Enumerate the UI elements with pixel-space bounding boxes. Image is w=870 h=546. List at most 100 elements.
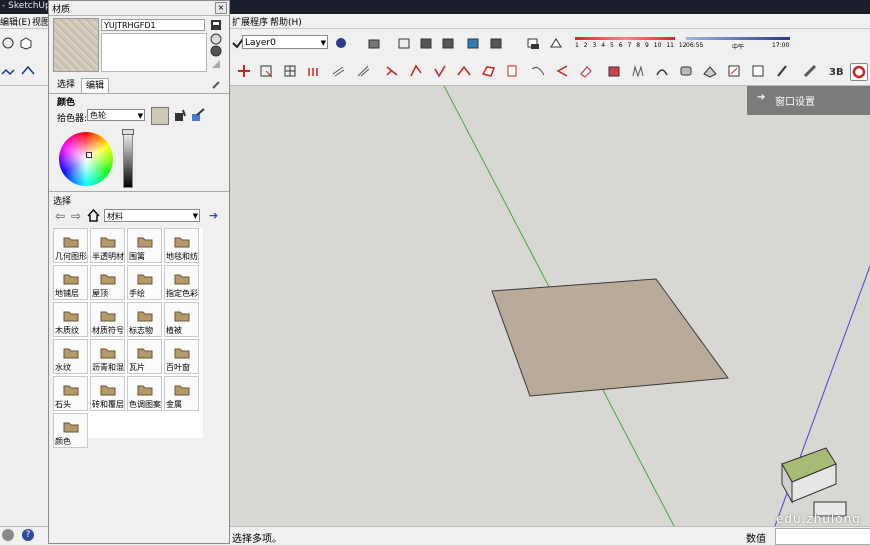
- tab-edit[interactable]: 编辑: [81, 78, 110, 93]
- extrude-tool-button[interactable]: [504, 63, 520, 79]
- orbit-tool-button[interactable]: [0, 35, 16, 51]
- color-wheel-marker[interactable]: [86, 152, 92, 158]
- color-wheel[interactable]: [59, 132, 113, 186]
- plane-tool-button[interactable]: [480, 63, 496, 79]
- material-category-item[interactable]: 颜色: [53, 413, 88, 448]
- brightness-handle[interactable]: [122, 129, 134, 135]
- arc-tool-button[interactable]: [20, 63, 36, 79]
- material-category-item[interactable]: 围篱: [127, 228, 162, 263]
- 3b-tool-button[interactable]: 3B: [828, 63, 844, 79]
- color-picker-select[interactable]: 色轮 ▼: [87, 109, 145, 121]
- move-tool-button[interactable]: [236, 63, 252, 79]
- eyedropper-icon[interactable]: [211, 78, 223, 90]
- tab-select[interactable]: 选择: [53, 78, 79, 92]
- material-category-item[interactable]: 金属: [164, 376, 199, 411]
- display-secondary-icon[interactable]: [210, 19, 222, 31]
- material-category-item[interactable]: 屋顶: [90, 265, 125, 300]
- rectangle-face[interactable]: [491, 278, 729, 397]
- rail-tool-button[interactable]: [330, 63, 346, 79]
- pencil-tool-button[interactable]: [0, 63, 16, 79]
- solid-icon: [680, 66, 692, 76]
- measurements-field[interactable]: [775, 528, 870, 545]
- active-tool-button[interactable]: [850, 63, 868, 81]
- material-category-item[interactable]: 植被: [164, 302, 199, 337]
- window-settings-button[interactable]: ➔ 窗口设置: [747, 86, 870, 115]
- menu-help[interactable]: 帮助(H): [270, 15, 302, 28]
- folder-icon: [137, 274, 153, 285]
- forward-arrow-icon[interactable]: ⇨: [71, 209, 81, 223]
- offset-tool-button[interactable]: [408, 63, 424, 79]
- uv-tool-button[interactable]: [750, 63, 766, 79]
- solid-tool-button[interactable]: [678, 63, 694, 79]
- home-icon[interactable]: [87, 208, 100, 222]
- material-category-item[interactable]: 瓦片: [127, 339, 162, 374]
- box-tool-button[interactable]: [18, 35, 34, 51]
- back-arrow-icon[interactable]: ⇦: [55, 209, 65, 223]
- help-icon[interactable]: ?: [22, 529, 34, 541]
- view-back-button[interactable]: [465, 35, 481, 51]
- fillet-tool-button[interactable]: [630, 63, 646, 79]
- menu-extensions[interactable]: 扩展程序: [232, 15, 268, 28]
- stairs-tool-button[interactable]: [306, 63, 322, 79]
- layer-manager-button[interactable]: [333, 35, 349, 51]
- folder-icon: [63, 237, 79, 248]
- user-icon[interactable]: [2, 529, 14, 541]
- material-category-item[interactable]: 木质纹: [53, 302, 88, 337]
- material-description-field[interactable]: [101, 33, 207, 72]
- texture-tool-button[interactable]: [702, 63, 718, 79]
- shadow-month-slider[interactable]: 1 2 3 4 5 6 7 8 9 10 11 12: [575, 33, 687, 53]
- paint-bucket-icon[interactable]: [173, 108, 187, 122]
- material-category-label: 手绘: [129, 289, 145, 298]
- sample-paint-icon[interactable]: [191, 108, 205, 122]
- material-category-item[interactable]: 指定色彩: [164, 265, 199, 300]
- material-category-item[interactable]: 地铺层: [53, 265, 88, 300]
- material-category-item[interactable]: 半透明材: [90, 228, 125, 263]
- details-arrow-icon[interactable]: ➔: [209, 209, 218, 222]
- brightness-slider[interactable]: [122, 129, 134, 188]
- view-iso-button[interactable]: [366, 35, 382, 51]
- material-category-item[interactable]: 石头: [53, 376, 88, 411]
- create-material-icon[interactable]: [210, 33, 222, 45]
- material-category-item[interactable]: 几何图形: [53, 228, 88, 263]
- draw-tool-button[interactable]: [384, 63, 400, 79]
- current-color-swatch[interactable]: [151, 107, 169, 125]
- fog-toggle-button[interactable]: [548, 35, 564, 51]
- default-material-icon[interactable]: [210, 45, 222, 57]
- sweep-tool-button[interactable]: [802, 63, 818, 79]
- component-tool-button[interactable]: [606, 63, 622, 79]
- material-category-item[interactable]: 百叶窗: [164, 339, 199, 374]
- bend-tool-button[interactable]: [554, 63, 570, 79]
- material-category-item[interactable]: 材质符号: [90, 302, 125, 337]
- curve-tool-button[interactable]: [530, 63, 546, 79]
- check-tool-button[interactable]: [432, 63, 448, 79]
- rotate-texture-button[interactable]: [726, 63, 742, 79]
- menu-edit[interactable]: 编辑(E): [0, 15, 31, 28]
- scale-tool-button[interactable]: [258, 63, 274, 79]
- arch-tool-button[interactable]: [654, 63, 670, 79]
- model-viewport[interactable]: [230, 86, 870, 526]
- material-category-item[interactable]: 色调图案: [127, 376, 162, 411]
- section-plane-button[interactable]: [282, 63, 298, 79]
- ramp-tool-button[interactable]: [355, 63, 371, 79]
- view-front-button[interactable]: [418, 35, 434, 51]
- time-start: 06:55: [686, 42, 704, 49]
- view-left-button[interactable]: [488, 35, 504, 51]
- material-category-item[interactable]: 标志物: [127, 302, 162, 337]
- close-button[interactable]: ×: [215, 2, 227, 14]
- shadow-time-slider[interactable]: 06:55 中午 17:00: [686, 33, 792, 53]
- material-category-item[interactable]: 沥青和混: [90, 339, 125, 374]
- paint-tool-button[interactable]: [774, 63, 790, 79]
- layer-select[interactable]: Layer0 ▼: [242, 35, 328, 49]
- eraser-tool-button[interactable]: [578, 63, 594, 79]
- view-right-button[interactable]: [440, 35, 456, 51]
- material-category-item[interactable]: 地毯和纺: [164, 228, 199, 263]
- collection-select[interactable]: 材料 ▼: [104, 209, 200, 222]
- panel-title-bar[interactable]: 材质 ×: [49, 1, 229, 16]
- material-category-item[interactable]: 砖和覆层: [90, 376, 125, 411]
- material-category-item[interactable]: 水纹: [53, 339, 88, 374]
- material-category-item[interactable]: 手绘: [127, 265, 162, 300]
- material-name-field[interactable]: YUJTRHGFD1: [101, 19, 205, 31]
- view-top-button[interactable]: [396, 35, 412, 51]
- roof-tool-button[interactable]: [456, 63, 472, 79]
- shadows-toggle-button[interactable]: [525, 35, 541, 51]
